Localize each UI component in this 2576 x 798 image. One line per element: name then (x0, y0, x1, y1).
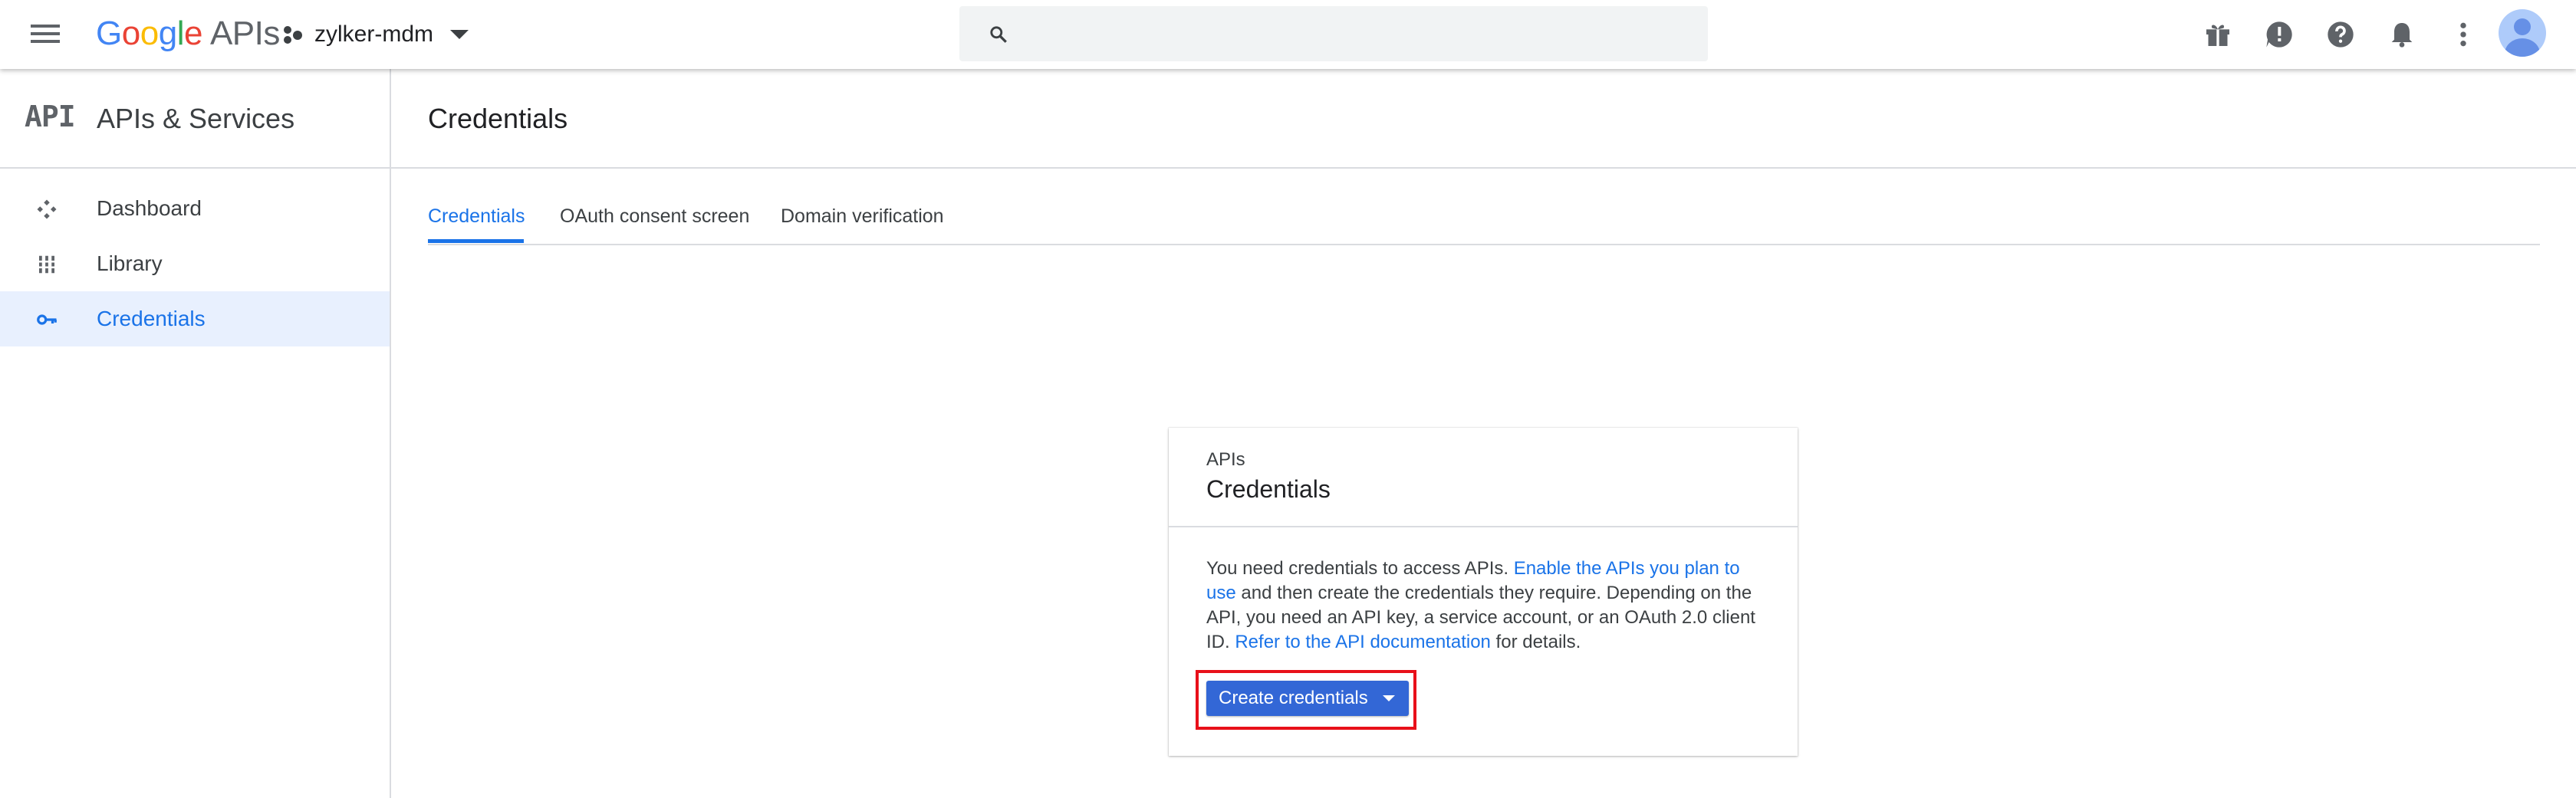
sidebar-item-label: Dashboard (97, 196, 202, 220)
sidebar-item-label: Credentials (97, 307, 206, 330)
gift-icon[interactable] (2203, 19, 2233, 50)
api-documentation-link[interactable]: Refer to the API documentation (1235, 632, 1491, 652)
help-icon[interactable] (2325, 19, 2356, 50)
card-text: You need credentials to access APIs. (1206, 558, 1514, 579)
avatar-head-shape (2514, 18, 2531, 35)
card-text: for details. (1490, 632, 1581, 652)
library-icon (38, 255, 56, 274)
sidebar: API APIs & Services Dashboard Library Cr… (0, 69, 391, 798)
sidebar-item-credentials[interactable]: Credentials (0, 291, 390, 346)
search-bar[interactable] (959, 6, 1708, 61)
project-name: zylker-mdm (314, 21, 433, 47)
sidebar-item-library[interactable]: Library (0, 236, 390, 291)
api-logo-icon: API (25, 100, 76, 133)
create-credentials-button[interactable]: Create credentials (1206, 681, 1409, 716)
search-icon (990, 26, 1007, 43)
sidebar-item-dashboard[interactable]: Dashboard (0, 181, 390, 236)
tab-domain-verification[interactable]: Domain verification (781, 205, 944, 228)
notifications-icon[interactable] (2387, 19, 2417, 50)
tab-bar: Credentials OAuth consent screen Domain … (428, 198, 2540, 245)
google-apis-logo[interactable]: Google APIs (96, 12, 280, 55)
product-name: APIs (209, 15, 280, 52)
card-title: Credentials (1206, 475, 1331, 503)
project-selector[interactable]: zylker-mdm (282, 18, 469, 51)
button-label: Create credentials (1219, 688, 1368, 708)
key-icon (37, 314, 57, 325)
google-wordmark: Google (96, 15, 202, 52)
card-kicker: APIs (1206, 449, 1245, 470)
sidebar-item-label: Library (97, 251, 163, 275)
sidebar-title: APIs & Services (97, 103, 295, 134)
page-title: Credentials (428, 103, 568, 134)
page-header: Credentials (391, 69, 2576, 169)
sidebar-header: API APIs & Services (0, 69, 390, 169)
tab-oauth-consent-screen[interactable]: OAuth consent screen (560, 205, 749, 228)
project-icon (282, 23, 305, 46)
active-tab-indicator (428, 239, 524, 243)
top-app-bar: Google APIs zylker-mdm (0, 0, 2576, 69)
more-vert-icon[interactable] (2448, 19, 2479, 50)
dashboard-icon (37, 199, 57, 219)
tab-credentials[interactable]: Credentials (428, 205, 525, 228)
feedback-icon[interactable] (2264, 19, 2295, 50)
account-avatar[interactable] (2499, 9, 2546, 57)
main-menu-icon[interactable] (31, 20, 61, 49)
avatar-body-shape (2505, 38, 2540, 57)
chevron-down-icon (450, 30, 469, 39)
card-description: You need credentials to access APIs. Ena… (1206, 557, 1758, 655)
credentials-card: APIs Credentials You need credentials to… (1169, 428, 1798, 756)
search-input[interactable] (1028, 17, 1691, 52)
card-header: APIs Credentials (1169, 428, 1798, 527)
dropdown-arrow-icon (1383, 695, 1395, 701)
